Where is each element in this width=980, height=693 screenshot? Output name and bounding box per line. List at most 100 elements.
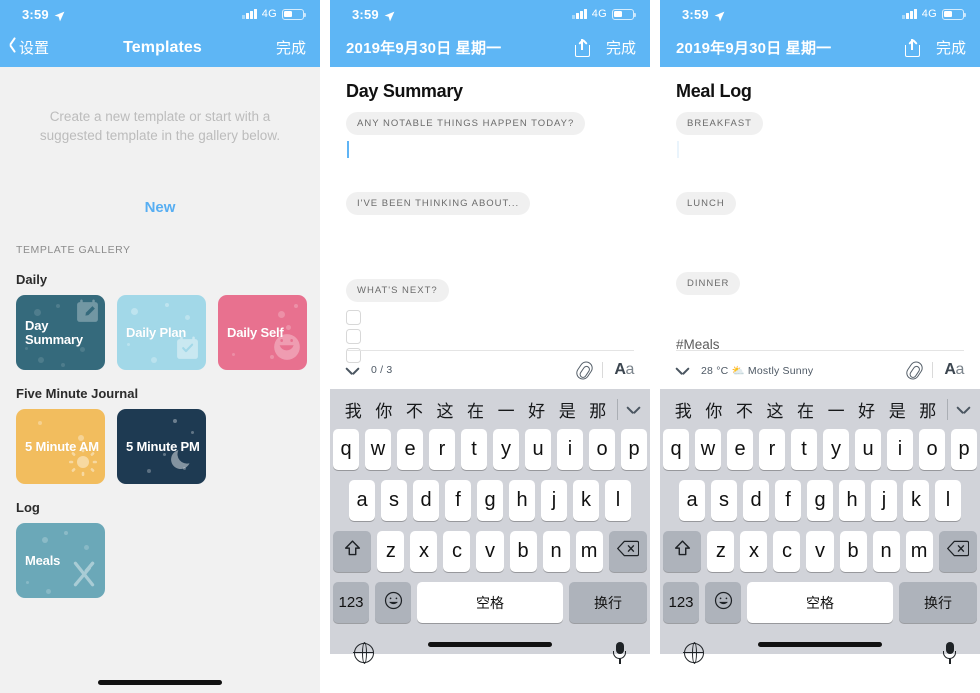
key-r[interactable]: r	[429, 429, 455, 470]
globe-icon[interactable]	[353, 642, 374, 665]
key-p[interactable]: p	[621, 429, 647, 470]
candidate-word[interactable]: 一	[821, 397, 852, 422]
key-y[interactable]: y	[823, 429, 849, 470]
microphone-icon[interactable]	[613, 642, 626, 664]
backspace-key[interactable]	[938, 531, 977, 572]
shift-key[interactable]	[333, 531, 372, 572]
key-a[interactable]: a	[679, 480, 705, 521]
key-s[interactable]: s	[381, 480, 407, 521]
chevron-down-icon[interactable]	[346, 366, 359, 374]
key-z[interactable]: z	[377, 531, 405, 572]
candidate-word[interactable]: 我	[668, 397, 699, 422]
key-j[interactable]: j	[871, 480, 897, 521]
key-p[interactable]: p	[951, 429, 977, 470]
key-w[interactable]: w	[695, 429, 721, 470]
emoji-key[interactable]	[375, 582, 411, 623]
template-tile-daily-plan[interactable]: Daily Plan	[117, 295, 206, 370]
key-m[interactable]: m	[905, 531, 933, 572]
template-tile-daily-self[interactable]: Daily Self	[218, 295, 307, 370]
candidate-word[interactable]: 我	[338, 397, 369, 422]
backspace-key[interactable]	[608, 531, 647, 572]
key-v[interactable]: v	[476, 531, 504, 572]
key-l[interactable]: l	[605, 480, 631, 521]
done-button[interactable]: 完成	[936, 37, 966, 58]
prompt-pill[interactable]: ANY NOTABLE THINGS HAPPEN TODAY?	[346, 112, 586, 135]
key-x[interactable]: x	[740, 531, 768, 572]
key-i[interactable]: i	[887, 429, 913, 470]
key-m[interactable]: m	[575, 531, 603, 572]
template-tile-day-summary[interactable]: Day Summary	[16, 295, 105, 370]
shift-key[interactable]	[663, 531, 702, 572]
key-g[interactable]: g	[477, 480, 503, 521]
paperclip-icon[interactable]	[573, 358, 596, 382]
candidate-word[interactable]: 在	[460, 397, 491, 422]
prompt-pill[interactable]: LUNCH	[676, 192, 736, 215]
template-tile-5-minute-pm[interactable]: 5 Minute PM	[117, 409, 206, 484]
key-b[interactable]: b	[509, 531, 537, 572]
key-c[interactable]: c	[443, 531, 471, 572]
numbers-key[interactable]: 123	[333, 582, 369, 623]
key-b[interactable]: b	[839, 531, 867, 572]
key-q[interactable]: q	[333, 429, 359, 470]
key-a[interactable]: a	[349, 480, 375, 521]
share-icon[interactable]	[574, 38, 590, 57]
key-w[interactable]: w	[365, 429, 391, 470]
key-d[interactable]: d	[413, 480, 439, 521]
candidate-word[interactable]: 好	[521, 397, 552, 422]
key-h[interactable]: h	[839, 480, 865, 521]
candidate-word[interactable]: 你	[369, 397, 400, 422]
candidate-word[interactable]: 是	[882, 397, 913, 422]
return-key[interactable]: 换行	[899, 582, 977, 623]
candidate-word[interactable]: 一	[491, 397, 522, 422]
key-k[interactable]: k	[903, 480, 929, 521]
candidate-word[interactable]: 这	[760, 397, 791, 422]
template-tile-meals[interactable]: Meals	[16, 523, 105, 598]
candidate-word[interactable]: 那	[913, 397, 944, 422]
chevron-down-icon[interactable]	[957, 405, 970, 413]
key-u[interactable]: u	[525, 429, 551, 470]
candidate-word[interactable]: 这	[430, 397, 461, 422]
key-q[interactable]: q	[663, 429, 689, 470]
paperclip-icon[interactable]	[903, 358, 926, 382]
candidate-word[interactable]: 是	[552, 397, 583, 422]
key-e[interactable]: e	[727, 429, 753, 470]
chevron-down-icon[interactable]	[627, 405, 640, 413]
share-icon[interactable]	[904, 38, 920, 57]
prompt-pill[interactable]: WHAT'S NEXT?	[346, 279, 449, 302]
prompt-pill[interactable]: BREAKFAST	[676, 112, 763, 135]
key-c[interactable]: c	[773, 531, 801, 572]
space-key[interactable]: 空格	[747, 582, 893, 623]
text-format-button[interactable]: Aa	[614, 361, 634, 379]
prompt-pill[interactable]: DINNER	[676, 272, 741, 295]
key-r[interactable]: r	[759, 429, 785, 470]
key-j[interactable]: j	[541, 480, 567, 521]
done-button[interactable]: 完成	[276, 37, 306, 58]
key-o[interactable]: o	[589, 429, 615, 470]
key-n[interactable]: n	[872, 531, 900, 572]
text-format-button[interactable]: Aa	[944, 361, 964, 379]
space-key[interactable]: 空格	[417, 582, 563, 623]
key-e[interactable]: e	[397, 429, 423, 470]
key-o[interactable]: o	[919, 429, 945, 470]
key-i[interactable]: i	[557, 429, 583, 470]
candidate-word[interactable]: 在	[790, 397, 821, 422]
key-n[interactable]: n	[542, 531, 570, 572]
candidate-word[interactable]: 那	[583, 397, 614, 422]
key-y[interactable]: y	[493, 429, 519, 470]
candidate-word[interactable]: 不	[399, 397, 430, 422]
globe-icon[interactable]	[683, 642, 704, 665]
microphone-icon[interactable]	[943, 642, 956, 664]
key-u[interactable]: u	[855, 429, 881, 470]
key-x[interactable]: x	[410, 531, 438, 572]
emoji-key[interactable]	[705, 582, 741, 623]
key-t[interactable]: t	[791, 429, 817, 470]
key-v[interactable]: v	[806, 531, 834, 572]
key-g[interactable]: g	[807, 480, 833, 521]
key-d[interactable]: d	[743, 480, 769, 521]
key-f[interactable]: f	[445, 480, 471, 521]
done-button[interactable]: 完成	[606, 37, 636, 58]
back-button[interactable]: 设置	[8, 37, 49, 58]
key-k[interactable]: k	[573, 480, 599, 521]
candidate-word[interactable]: 不	[729, 397, 760, 422]
candidate-word[interactable]: 你	[699, 397, 730, 422]
